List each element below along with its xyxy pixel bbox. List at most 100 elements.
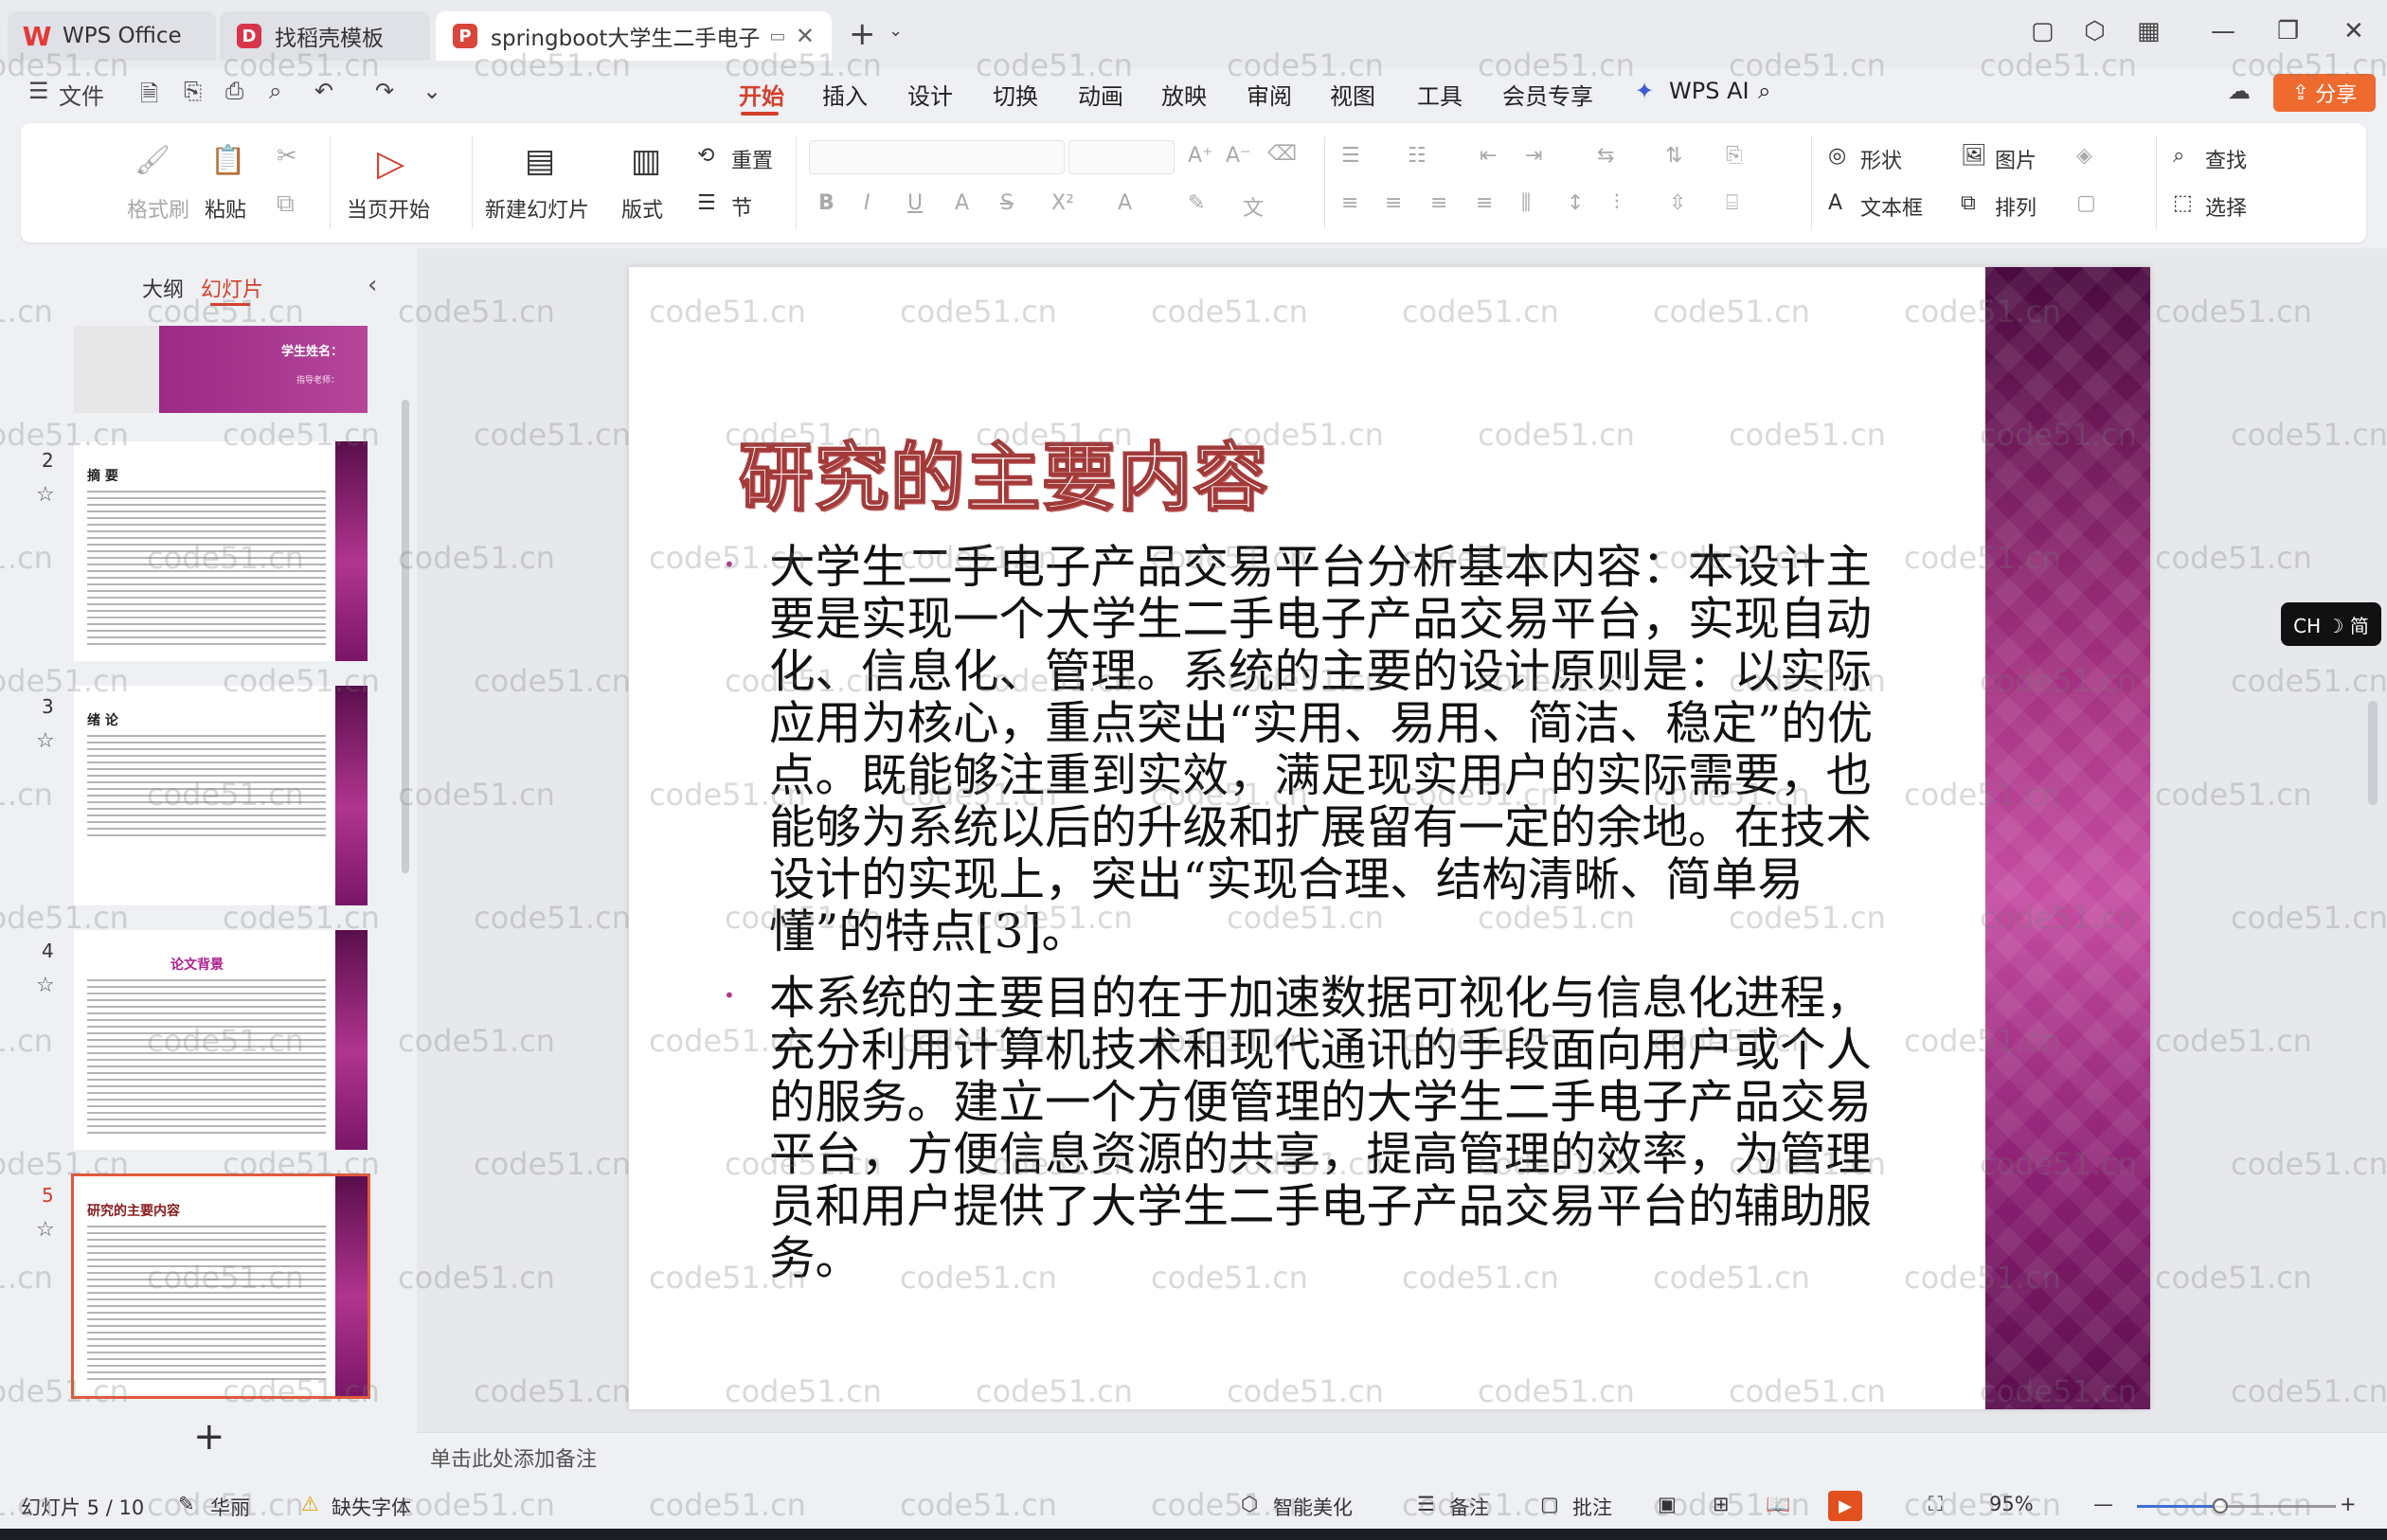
picture-button[interactable]: 图片 <box>1995 144 2037 174</box>
menu-member[interactable]: 会员专享 <box>1502 78 1593 111</box>
cube-icon[interactable]: ⬡ <box>2084 17 2106 45</box>
ime-indicator[interactable]: CH ☽ 简 <box>2281 602 2381 646</box>
menu-slideshow[interactable]: 放映 <box>1161 78 1207 111</box>
reset-button[interactable]: 重置 <box>731 144 773 174</box>
bold-icon[interactable]: B <box>818 191 835 215</box>
tab-outline[interactable]: 大纲 <box>142 273 184 303</box>
underline-icon[interactable]: U <box>907 191 923 215</box>
vertical-align-icon[interactable]: ⇳ <box>1669 191 1686 215</box>
menu-tools[interactable]: 工具 <box>1417 78 1463 111</box>
save-icon[interactable]: 🗎 <box>140 78 158 116</box>
add-slide-button[interactable]: + <box>193 1415 225 1459</box>
hamburger-icon[interactable]: ☰ <box>28 78 49 104</box>
textbox-icon[interactable]: A <box>1828 191 1842 215</box>
arrange-button[interactable]: 排列 <box>1995 191 2037 222</box>
outline-icon[interactable]: ▢ <box>2076 191 2096 215</box>
pane-scrollbar[interactable] <box>402 400 409 873</box>
file-menu[interactable]: 文件 <box>59 78 104 111</box>
find-button[interactable]: 查找 <box>2205 144 2247 174</box>
phonetic-icon[interactable]: 文 <box>1243 191 1264 222</box>
menu-review[interactable]: 审阅 <box>1247 78 1292 111</box>
chevron-down-icon[interactable]: ⌄ <box>888 21 903 41</box>
slide-bullet-1[interactable]: 大学生二手电子产品交易平台分析基本内容：本设计主要是实现一个大学生二手电子产品交… <box>769 542 1906 958</box>
notes-pane[interactable]: 单击此处添加备注 <box>417 1432 2387 1479</box>
zoom-out-icon[interactable]: — <box>2093 1493 2113 1515</box>
window-mode-icon[interactable]: ▢ <box>2031 17 2055 45</box>
star-icon[interactable]: ☆ <box>36 483 55 507</box>
smart-beautify-button[interactable]: 智能美化 <box>1273 1493 1353 1521</box>
paste-icon[interactable]: 📋 <box>210 144 245 177</box>
decrease-indent-icon[interactable]: ⇤ <box>1480 144 1497 168</box>
comments-button[interactable]: 批注 <box>1572 1493 1612 1521</box>
collapse-pane-icon[interactable]: ‹ <box>368 271 377 299</box>
shape-button[interactable]: 形状 <box>1860 144 1902 174</box>
search-icon[interactable]: ⌕ <box>1758 78 1770 104</box>
increase-indent-icon[interactable]: ⇥ <box>1525 144 1542 168</box>
menu-animation[interactable]: 动画 <box>1078 78 1123 111</box>
decrease-font-icon[interactable]: A⁻ <box>1226 144 1251 168</box>
print-preview-icon[interactable]: ⌕ <box>269 78 281 104</box>
tab-slides[interactable]: 幻灯片 <box>201 273 263 303</box>
format-painter-icon[interactable]: 🖌 <box>135 144 170 177</box>
canvas-scrollbar[interactable] <box>2368 701 2378 805</box>
font-size-select[interactable] <box>1068 140 1175 174</box>
menu-wps-ai[interactable]: WPS AI <box>1669 78 1750 104</box>
close-tab-icon[interactable]: ✕ <box>796 23 815 49</box>
notes-toggle-button[interactable]: 备注 <box>1449 1493 1489 1521</box>
text-direction-icon[interactable]: ⇆ <box>1597 144 1614 168</box>
play-from-current-button[interactable]: 当页开始 <box>347 193 430 224</box>
menu-insert[interactable]: 插入 <box>822 78 868 111</box>
picture-icon[interactable]: 🖼 <box>1961 144 1987 168</box>
section-icon[interactable]: ☰ <box>697 191 716 215</box>
align-left-icon[interactable]: ≡ <box>1341 191 1358 215</box>
superscript-icon[interactable]: X² <box>1051 191 1074 215</box>
clear-format-icon[interactable]: ⌫ <box>1267 142 1297 166</box>
slide-bullet-2[interactable]: 本系统的主要目的在于加速数据可视化与信息化进程，充分利用计算机技术和现代通讯的手… <box>769 973 1906 1285</box>
print-icon[interactable]: ⎙ <box>225 78 243 104</box>
bullet-list-icon[interactable]: ☰ <box>1341 144 1360 168</box>
slide-thumbnail-2[interactable]: 摘 要 <box>74 441 368 661</box>
font-family-select[interactable] <box>809 140 1065 174</box>
numbered-list-icon[interactable]: ☷ <box>1408 144 1427 168</box>
new-slide-icon[interactable]: ▤ <box>525 142 555 180</box>
line-spacing-icon[interactable]: ↕ <box>1567 191 1584 215</box>
copy-icon[interactable]: ⧉ <box>277 189 295 219</box>
star-icon[interactable]: ☆ <box>36 1218 55 1242</box>
distribute-icon[interactable]: ⫼ <box>1521 191 1531 215</box>
find-icon[interactable]: ⌕ <box>2173 144 2184 168</box>
menu-home[interactable]: 开始 <box>739 78 784 111</box>
new-slide-button[interactable]: 新建幻灯片 <box>485 193 589 224</box>
arrange-icon[interactable]: ⧉ <box>1961 191 1976 215</box>
justify-icon[interactable]: ≡ <box>1476 191 1493 215</box>
align-center-icon[interactable]: ≡ <box>1385 191 1402 215</box>
convert-icon[interactable]: ⎘ <box>1726 144 1743 168</box>
slide-thumbnail-4[interactable]: 论文背景 <box>74 930 368 1150</box>
slide-title[interactable]: 研究的主要内容 <box>738 419 1269 525</box>
fill-icon[interactable]: ◈ <box>2076 144 2092 168</box>
slide-thumbnail-3[interactable]: 绪 论 <box>74 686 368 905</box>
sort-icon[interactable]: ⇅ <box>1665 144 1682 168</box>
select-icon[interactable]: ⬚ <box>2173 191 2193 215</box>
menu-view[interactable]: 视图 <box>1330 78 1375 111</box>
avatar[interactable]: ▦ <box>2137 17 2161 45</box>
highlight-icon[interactable]: ✎ <box>1188 191 1205 215</box>
wps-ai-icon[interactable]: ✦ <box>1635 78 1654 104</box>
tab-document[interactable]: P springboot大学生二手电子 ▭ ✕ <box>436 11 832 61</box>
redo-icon[interactable]: ↷ <box>375 78 394 104</box>
undo-icon[interactable]: ↶ <box>314 78 333 104</box>
slide-thumbnail-1[interactable]: 学生姓名： 指导老师： <box>74 326 368 413</box>
select-button[interactable]: 选择 <box>2205 191 2247 222</box>
menu-transition[interactable]: 切换 <box>993 78 1038 111</box>
zoom-level[interactable]: 95% <box>1989 1493 2034 1515</box>
layout-button[interactable]: 版式 <box>621 193 663 224</box>
more-chevron-icon[interactable]: ⌄ <box>422 78 441 104</box>
cut-icon[interactable]: ✂ <box>277 142 297 170</box>
layout-icon[interactable]: ▥ <box>631 142 661 180</box>
shape-icon[interactable]: ◎ <box>1828 144 1846 168</box>
slide-canvas[interactable]: 研究的主要内容 • 大学生二手电子产品交易平台分析基本内容：本设计主要是实现一个… <box>629 267 2150 1409</box>
align-right-icon[interactable]: ≡ <box>1430 191 1447 215</box>
star-icon[interactable]: ☆ <box>36 729 55 753</box>
normal-view-icon[interactable]: ▣ <box>1658 1493 1677 1515</box>
close-window-icon[interactable]: ✕ <box>2343 17 2364 45</box>
slideshow-play-button[interactable]: ▶ <box>1828 1491 1862 1521</box>
